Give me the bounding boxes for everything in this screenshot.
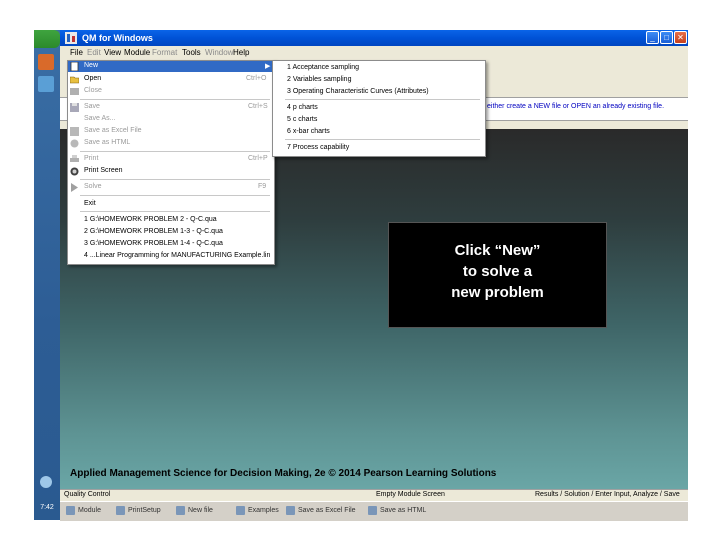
submenu-arrow-icon: ▶ <box>265 63 271 70</box>
file-menu-save[interactable]: Save <box>84 102 100 112</box>
shortcut-solve: F9 <box>258 183 267 190</box>
menu-help[interactable]: Help <box>233 47 249 58</box>
file-menu-print-screen[interactable]: Print Screen <box>84 166 123 176</box>
recent-file-item[interactable]: 3 G:\HOMEWORK PROBLEM 1-4 - Q-C.qua <box>84 239 223 249</box>
callout-line-3: new problem <box>451 284 544 301</box>
copyright-footer: Applied Management Science for Decision … <box>70 468 497 479</box>
title-bar[interactable] <box>60 30 688 46</box>
minimize-button[interactable]: _ <box>646 31 659 44</box>
excel-icon <box>70 127 79 136</box>
menu-separator <box>80 195 270 196</box>
menu-separator <box>285 99 480 100</box>
taskbar-printsetup-button[interactable]: PrintSetup <box>114 503 170 518</box>
hint-text: either create a NEW file or OPEN an alre… <box>487 103 665 110</box>
start-button[interactable] <box>34 30 60 48</box>
solve-play-icon <box>71 183 78 192</box>
status-hint: Results / Solution / Enter Input, Analyz… <box>535 491 680 498</box>
maximize-button[interactable]: □ <box>660 31 673 44</box>
taskbar-newfile-button[interactable]: New file <box>174 503 230 518</box>
submenu-process-capability[interactable]: 7 Process capability <box>287 143 349 153</box>
menu-module[interactable]: Module <box>124 47 150 58</box>
html-icon <box>70 139 79 148</box>
desktop-app-icon[interactable] <box>38 76 54 92</box>
desktop-taskbar-strip <box>34 30 60 520</box>
recent-file-item[interactable]: 2 G:\HOMEWORK PROBLEM 1-3 - Q-C.qua <box>84 227 223 237</box>
file-menu-save-excel[interactable]: Save as Excel File <box>84 126 142 136</box>
menu-format[interactable]: Format <box>152 47 177 58</box>
menu-file[interactable]: File <box>70 47 83 58</box>
callout-line-1: Click “New” <box>454 242 541 259</box>
submenu-p-charts[interactable]: 4 p charts <box>287 103 318 113</box>
submenu-xbar-charts[interactable]: 6 x-bar charts <box>287 127 330 137</box>
close-button[interactable]: ✕ <box>674 31 687 44</box>
file-menu-exit[interactable]: Exit <box>84 199 96 209</box>
desktop-app-icon[interactable] <box>38 54 54 70</box>
file-menu-close[interactable]: Close <box>84 86 102 96</box>
new-file-icon <box>70 62 79 71</box>
taskbar-examples-button[interactable]: Examples <box>234 503 280 518</box>
menu-edit[interactable]: Edit <box>87 47 101 58</box>
status-module: Quality Control <box>64 491 111 498</box>
window-title: QM for Windows <box>82 33 153 43</box>
taskbar-module-button[interactable]: Module <box>64 503 110 518</box>
menu-separator <box>80 99 270 100</box>
recent-file-item[interactable]: 1 G:\HOMEWORK PROBLEM 2 - Q-C.qua <box>84 215 217 225</box>
file-menu-new[interactable]: New <box>84 61 98 71</box>
menu-window[interactable]: Window <box>205 47 233 58</box>
shortcut-print: Ctrl+P <box>248 155 268 162</box>
menu-separator <box>80 179 270 180</box>
file-menu-solve[interactable]: Solve <box>84 182 102 192</box>
shortcut-save: Ctrl+S <box>248 103 268 110</box>
file-menu-open[interactable]: Open <box>84 74 101 84</box>
taskbar-save-html-button[interactable]: Save as HTML <box>366 503 426 518</box>
menu-tools[interactable]: Tools <box>182 47 201 58</box>
file-menu-save-html[interactable]: Save as HTML <box>84 138 130 148</box>
submenu-variables-sampling[interactable]: 2 Variables sampling <box>287 75 351 85</box>
tray-icon[interactable] <box>40 476 52 488</box>
file-menu-print[interactable]: Print <box>84 154 98 164</box>
clock: 7:42 PM <box>40 504 54 527</box>
file-menu-new-highlight[interactable] <box>68 61 273 72</box>
submenu-c-charts[interactable]: 5 c charts <box>287 115 317 125</box>
taskbar-save-excel-button[interactable]: Save as Excel File <box>284 503 362 518</box>
callout-text: Click “New” to solve a new problem <box>388 240 607 303</box>
print-screen-icon <box>70 167 79 176</box>
shortcut-open: Ctrl+O <box>246 75 267 82</box>
file-menu-save-as[interactable]: Save As... <box>84 114 116 124</box>
menu-separator <box>285 139 480 140</box>
submenu-acceptance-sampling[interactable]: 1 Acceptance sampling <box>287 63 359 73</box>
callout-line-2: to solve a <box>462 263 533 280</box>
open-folder-icon <box>70 76 79 84</box>
submenu-oc-curves[interactable]: 3 Operating Characteristic Curves (Attri… <box>287 87 429 97</box>
menu-view[interactable]: View <box>104 47 121 58</box>
close-file-icon <box>70 88 79 95</box>
menu-separator <box>80 151 270 152</box>
app-icon <box>65 32 77 44</box>
status-screen: Empty Module Screen <box>376 491 445 498</box>
printer-icon <box>70 155 79 162</box>
menu-separator <box>80 211 270 212</box>
save-disk-icon <box>70 103 79 112</box>
recent-file-item[interactable]: 4 ...Linear Programming for MANUFACTURIN… <box>84 251 270 261</box>
